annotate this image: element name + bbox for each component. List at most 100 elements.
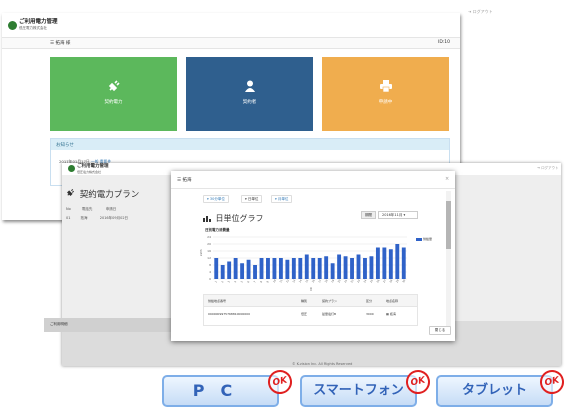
usage-detail-panel: ご利用明細 [44,318,174,332]
legend-swatch [416,237,422,241]
chart-bar[interactable] [363,258,367,279]
chart-bar[interactable] [369,256,374,279]
tile-application[interactable]: 申請中 [322,57,449,131]
device-badge-pc: PC [162,375,279,407]
cell-supply-number: 0900009975768810000000 [208,312,250,316]
chart-bar[interactable] [311,258,316,279]
plug-icon [108,80,120,92]
menu-icon[interactable]: ☰ [50,41,54,46]
chart-bar[interactable] [330,263,335,279]
user-bar [2,37,460,49]
tab-daily[interactable]: ▾ 日単位 [241,195,263,203]
chart-bar[interactable] [233,258,238,279]
x-tick-label: 5 [240,280,244,284]
logout-icon: ⇥ [537,166,540,170]
user-id: ID:10 [438,40,451,45]
chart-bar[interactable] [375,247,380,280]
plan-table: No 電話先 申請日 01 拓海 2016年09月02日 [66,207,128,221]
period-select[interactable]: 2016年11月 ▾ [378,211,418,219]
chart-bar[interactable] [272,258,277,279]
close-icon[interactable]: × [445,176,449,182]
close-button[interactable]: 閉じる [429,326,451,335]
chart-bar[interactable] [278,258,283,279]
logout-link[interactable]: ⇥ ログアウト [468,9,493,15]
chart-bar[interactable] [253,265,257,279]
device-badge-tablet: タブレット [436,375,553,407]
y-tick-label: 12 [207,256,211,260]
chart-bar[interactable] [356,254,361,280]
chart-legend: 供給量 [416,237,432,241]
cell-type: 低圧 [301,312,308,316]
chart-bar[interactable] [388,249,393,279]
chart-bar[interactable] [317,258,322,279]
period-label: 期間 [361,211,376,219]
cell-date: 2016年09月02日 [99,216,129,220]
brand-subtitle: 低圧電力株式会社 [19,26,47,30]
news-heading: お知らせ [51,139,449,150]
chart-bar[interactable] [220,265,225,279]
x-tick-label: 2 [220,280,224,284]
col-header: 区分 [366,299,373,303]
tile-contractor[interactable]: 契約者 [186,57,313,131]
chart-bar[interactable] [382,247,387,280]
x-tick-label: 1 [214,280,218,284]
page-title-text: 契約電力プラン [79,190,140,200]
cell-name: 拓海 [80,216,88,220]
tab-label: 日単位 [247,197,259,201]
y-tick-label: 16 [207,249,211,253]
y-tick-label: 24 [207,235,211,239]
chart-bar[interactable] [291,258,296,279]
usage-detail-label: ご利用明細 [50,322,68,326]
brand-title: ご利用電力管理 [77,164,109,169]
y-tick-label: 0 [209,277,211,281]
chart-bar[interactable] [259,258,264,279]
y-tick-label: 8 [209,263,211,267]
modal-header: ☰ 拓海 × [171,171,455,189]
chart-bar[interactable] [246,259,251,279]
x-tick-label: 6 [246,280,250,284]
logout-label: ログアウト [541,166,559,170]
chart-bar[interactable] [266,258,270,279]
cell-location: ▦ 拓海 [386,312,396,316]
chart-bar[interactable] [304,254,309,280]
tab-30min[interactable]: ▾ 30分単位 [203,195,229,203]
chart-bar[interactable] [285,259,290,279]
tab-label: 30分単位 [209,197,225,201]
tab-label: 月単位 [277,197,289,201]
table-row[interactable]: 01 拓海 2016年09月02日 [66,216,128,221]
user-name: ☰ 拓海 様 [50,40,70,46]
list-icon: ☰ [177,178,182,183]
col-no: No [66,207,71,211]
user-name-label: 拓海 様 [55,41,71,46]
modal-scrollbar[interactable] [446,191,451,331]
tile-label: 契約電力 [104,100,123,105]
chart-bar[interactable] [298,258,303,279]
chart-bar[interactable] [324,256,329,279]
cell-category: 3000 [366,312,374,316]
y-tick-label: 4 [209,270,211,274]
company-logo-icon [68,165,75,172]
chart-bar[interactable] [401,247,406,280]
chart-bar[interactable] [227,261,232,280]
tile-label: 申請中 [378,100,393,105]
printer-icon [379,80,392,93]
plan-table-head: No 電話先 申請日 [66,207,128,212]
chart-bar[interactable] [337,254,342,280]
user-icon [244,80,255,92]
cell-plan: 従量電灯B [322,312,337,316]
tile-contract-power[interactable]: 契約電力 [50,57,177,131]
chart-bar[interactable] [395,244,400,279]
tab-monthly[interactable]: ▾ 月単位 [271,195,293,203]
chart-heading: 日単位グラフ [203,213,264,224]
supply-point-table: 供給地点番号 種別 契約プラン 区分 地点名称 0900009975768810… [203,294,418,326]
chart-bar[interactable] [343,256,348,279]
period-value: 2016年11月 [382,213,403,217]
chart-bar[interactable] [240,263,245,279]
logout-link[interactable]: ⇥ ログアウト [537,166,559,171]
scrollbar-thumb[interactable] [446,201,451,249]
chart-bar[interactable] [350,258,354,279]
brand-subtitle: 低圧電力株式会社 [77,170,102,174]
col-header: 種別 [301,299,308,303]
col-date: 申請日 [105,207,117,211]
chart-bar[interactable] [214,258,219,279]
